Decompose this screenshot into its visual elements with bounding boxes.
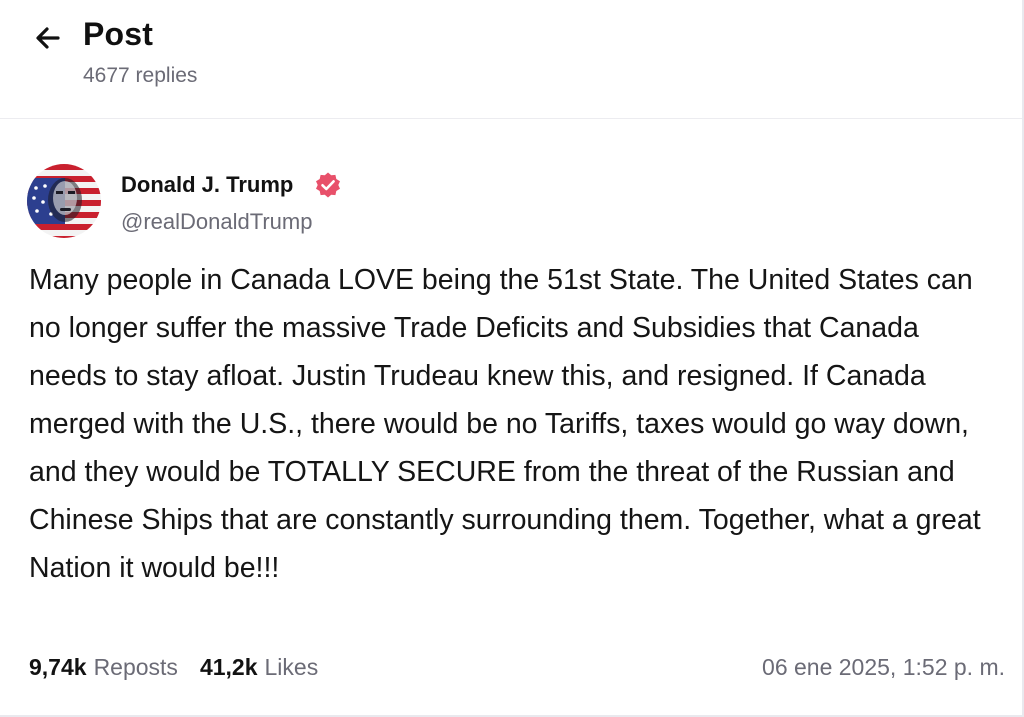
avatar-image (27, 164, 101, 238)
likes-stat[interactable]: 41,2k Likes (200, 654, 318, 681)
reposts-stat[interactable]: 9,74k Reposts (29, 654, 178, 681)
back-button[interactable] (30, 20, 66, 56)
author-handle[interactable]: @realDonaldTrump (121, 209, 312, 235)
post-text: Many people in Canada LOVE being the 51s… (29, 264, 981, 584)
post-stats: 9,74k Reposts 41,2k Likes (29, 654, 318, 681)
reposts-label: Reposts (93, 654, 178, 680)
page-title: Post (83, 16, 154, 52)
author-name[interactable]: Donald J. Trump (121, 172, 293, 198)
avatar[interactable] (27, 164, 101, 238)
arrow-left-icon (36, 27, 60, 49)
post-header: Post 4677 replies (0, 0, 1022, 119)
likes-count: 41,2k (199, 654, 258, 680)
post-view: Post 4677 replies Donald J. Trump @realD… (0, 0, 1024, 717)
reposts-count: 9,74k (29, 654, 87, 680)
replies-count[interactable]: 4677 replies (83, 64, 197, 88)
verified-badge-icon (316, 172, 340, 198)
post-timestamp: 06 ene 2025, 1:52 p. m. (762, 654, 1005, 680)
likes-label: Likes (264, 654, 319, 680)
